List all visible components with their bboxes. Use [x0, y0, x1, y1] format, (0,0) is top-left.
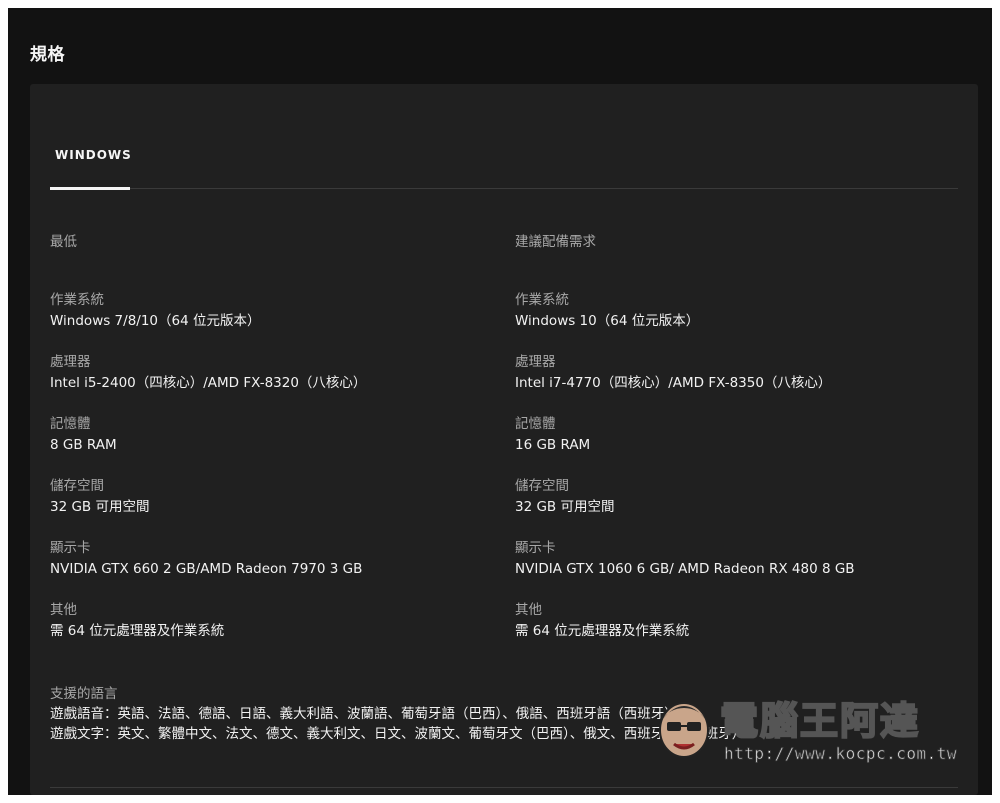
spec-value: 32 GB 可用空間	[515, 499, 615, 515]
spec-value: Intel i7-4770（四核心）/AMD FX-8350（八核心）	[515, 375, 832, 391]
spec-label: 其他	[515, 602, 542, 618]
spec-label: 記憶體	[515, 416, 556, 432]
spec-value: 需 64 位元處理器及作業系統	[515, 623, 690, 639]
recommended-heading: 建議配備需求	[515, 234, 596, 250]
min-spec-memory: 記憶體 8 GB RAM	[50, 414, 117, 456]
rec-spec-graphics: 顯示卡 NVIDIA GTX 1060 6 GB/ AMD Radeon RX …	[515, 538, 855, 580]
spec-value: 8 GB RAM	[50, 437, 117, 453]
audio-languages: 遊戲語音：英語、法語、德語、日語、義大利語、波蘭語、葡萄牙語（巴西）、俄語、西班…	[50, 706, 678, 722]
min-spec-os: 作業系統 Windows 7/8/10（64 位元版本）	[50, 290, 260, 332]
spec-value: NVIDIA GTX 660 2 GB/AMD Radeon 7970 3 GB	[50, 561, 363, 577]
minimum-heading: 最低	[50, 234, 77, 250]
spec-label: 處理器	[515, 354, 556, 370]
spec-label: 作業系統	[515, 292, 569, 308]
rec-spec-storage: 儲存空間 32 GB 可用空間	[515, 476, 614, 518]
spec-value: 32 GB 可用空間	[50, 499, 150, 515]
spec-label: 顯示卡	[50, 540, 91, 556]
tab-windows-label: WINDOWS	[55, 148, 132, 162]
min-spec-graphics: 顯示卡 NVIDIA GTX 660 2 GB/AMD Radeon 7970 …	[50, 538, 362, 580]
spec-value: Intel i5-2400（四核心）/AMD FX-8320（八核心）	[50, 375, 367, 391]
spec-label: 儲存空間	[515, 478, 569, 494]
bottom-divider	[50, 787, 958, 788]
spec-value: 16 GB RAM	[515, 437, 591, 453]
spec-label: 作業系統	[50, 292, 104, 308]
minimum-requirements: 最低 作業系統 Windows 7/8/10（64 位元版本） 處理器 Inte…	[50, 230, 490, 639]
rec-spec-os: 作業系統 Windows 10（64 位元版本）	[515, 290, 699, 332]
min-spec-processor: 處理器 Intel i5-2400（四核心）/AMD FX-8320（八核心）	[50, 352, 366, 394]
spec-value: Windows 10（64 位元版本）	[515, 313, 700, 329]
text-languages: 遊戲文字：英文、繁體中文、法文、德文、義大利文、日文、波蘭文、葡萄牙文（巴西）、…	[50, 726, 746, 742]
rec-spec-processor: 處理器 Intel i7-4770（四核心）/AMD FX-8350（八核心）	[515, 352, 831, 394]
specs-card: WINDOWS 最低 作業系統 Windows 7/8/10（64 位元版本） …	[30, 84, 978, 795]
spec-label: 處理器	[50, 354, 91, 370]
tab-active-indicator	[50, 187, 130, 190]
rec-spec-memory: 記憶體 16 GB RAM	[515, 414, 590, 456]
recommended-requirements: 建議配備需求 作業系統 Windows 10（64 位元版本） 處理器 Inte…	[515, 230, 955, 639]
tab-windows[interactable]: WINDOWS	[50, 84, 132, 190]
specifications-panel: 規格 WINDOWS 最低 作業系統 Windows 7/8/10（64 位元版…	[8, 8, 992, 795]
rec-spec-other: 其他 需 64 位元處理器及作業系統	[515, 600, 689, 642]
platform-tabbar: WINDOWS	[50, 84, 958, 190]
min-spec-other: 其他 需 64 位元處理器及作業系統	[50, 600, 224, 642]
spec-label: 顯示卡	[515, 540, 556, 556]
spec-label: 記憶體	[50, 416, 91, 432]
spec-label: 儲存空間	[50, 478, 104, 494]
languages-label: 支援的語言	[50, 686, 118, 702]
spec-value: Windows 7/8/10（64 位元版本）	[50, 313, 261, 329]
spec-value: NVIDIA GTX 1060 6 GB/ AMD Radeon RX 480 …	[515, 561, 855, 577]
min-spec-storage: 儲存空間 32 GB 可用空間	[50, 476, 149, 518]
supported-languages: 支援的語言 遊戲語音：英語、法語、德語、日語、義大利語、波蘭語、葡萄牙語（巴西）…	[50, 684, 950, 744]
page-title: 規格	[30, 45, 65, 65]
spec-label: 其他	[50, 602, 77, 618]
spec-value: 需 64 位元處理器及作業系統	[50, 623, 225, 639]
